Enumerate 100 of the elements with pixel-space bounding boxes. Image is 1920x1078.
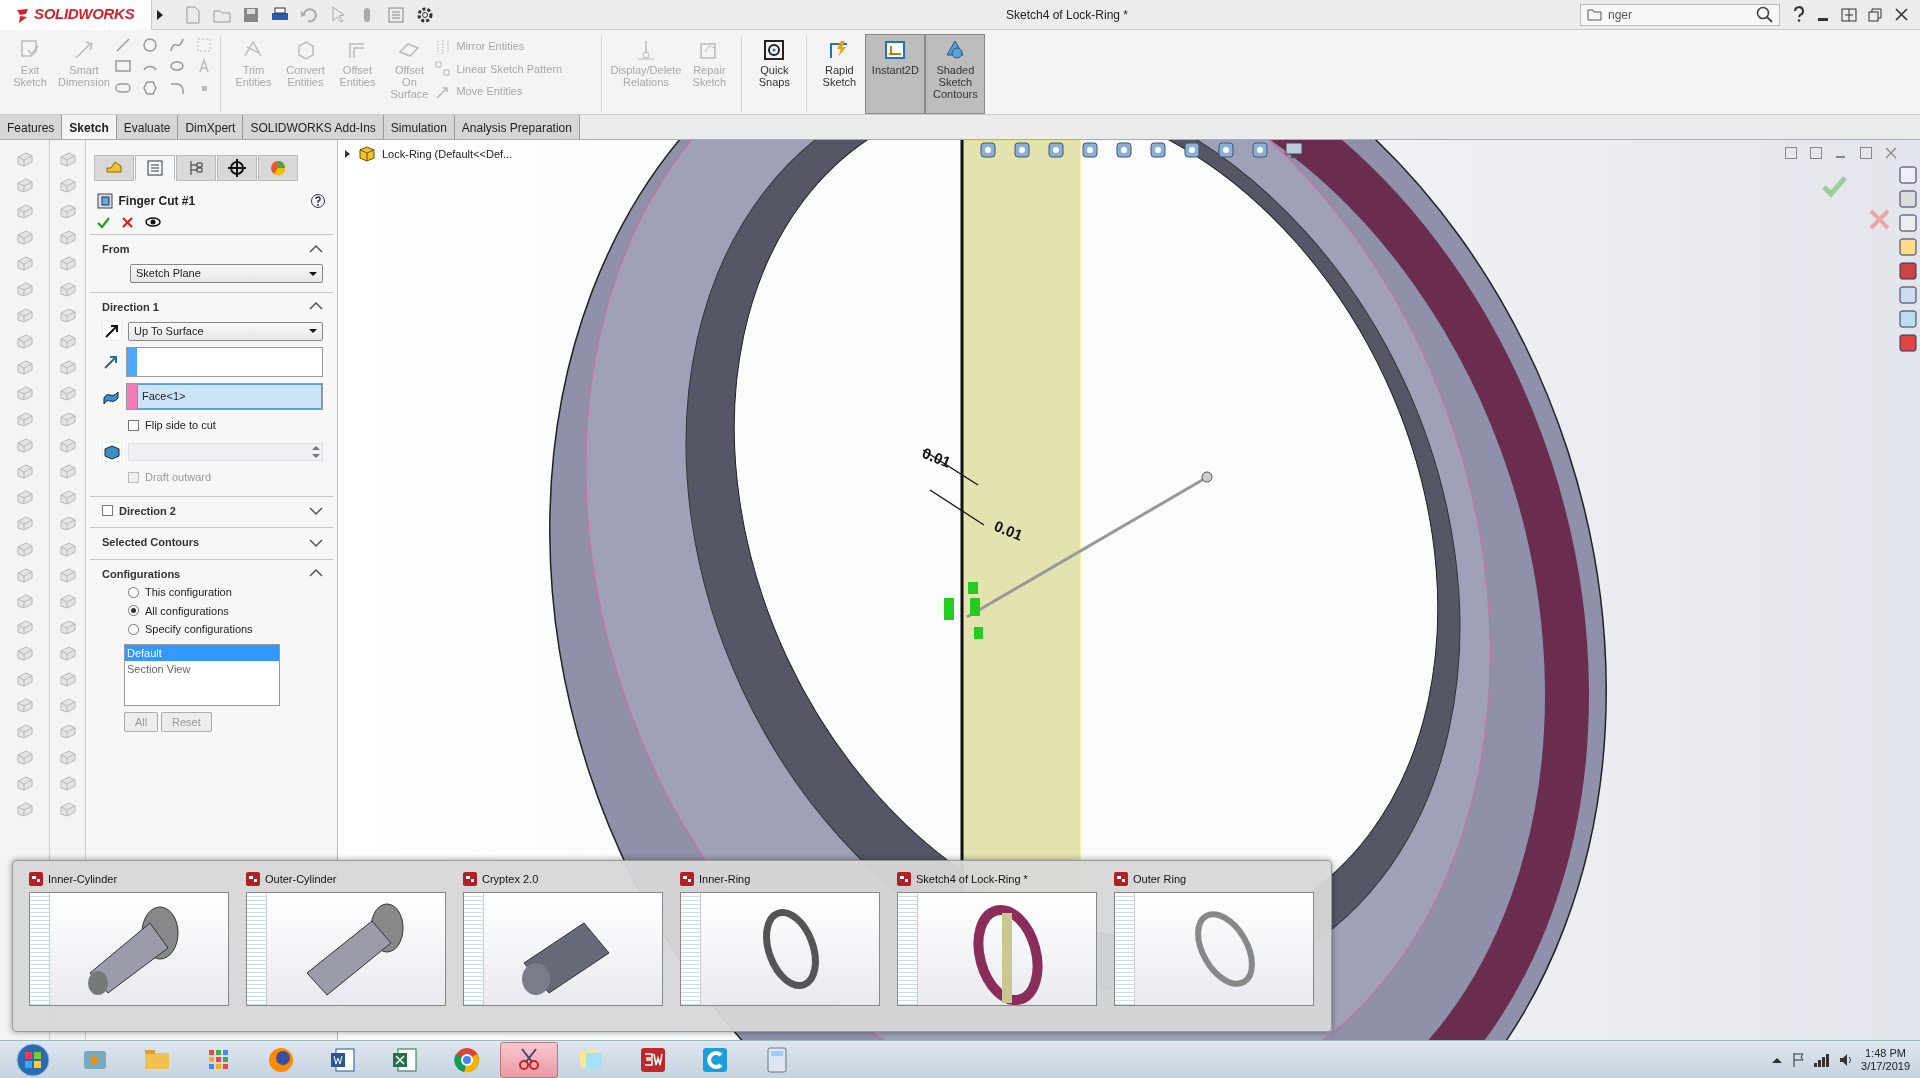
search-field[interactable]: nger [1608,5,1750,24]
feature-tool-icon[interactable] [57,774,78,794]
ribbon-button[interactable]: Rapid Sketch [813,34,866,114]
feature-tool-icon[interactable] [14,540,35,560]
feature-tool-icon[interactable] [57,696,78,716]
restore-icon[interactable] [1868,6,1883,23]
thumbnail-title[interactable]: Inner-Cylinder [48,871,118,888]
feature-tool-icon[interactable] [14,202,35,222]
feature-tool-icon[interactable] [14,150,35,170]
selection-field[interactable] [126,347,323,377]
ok-check-icon[interactable] [97,215,110,229]
feature-tool-icon[interactable] [14,644,35,664]
restore-icon[interactable] [1859,146,1873,160]
ribbon-tab[interactable]: Analysis Preparation [454,115,580,139]
checkbox[interactable] [128,420,139,431]
feature-tool-icon[interactable] [14,514,35,534]
expand-chevron-icon[interactable] [309,536,323,548]
help-icon[interactable] [1791,6,1805,23]
section-title[interactable]: Direction 1 [102,298,303,315]
ribbon-button[interactable]: Shaded Sketch Contours [925,34,986,114]
signal-icon[interactable] [1813,1051,1831,1068]
panel-tab[interactable] [217,155,257,181]
ribbon-button[interactable]: Quick Snaps [748,34,801,114]
expand-chevron-icon[interactable] [309,505,323,517]
save-icon[interactable] [242,5,260,24]
feature-tool-icon[interactable] [57,514,78,534]
feature-tool-icon[interactable] [57,566,78,586]
feature-tool-icon[interactable] [57,410,78,430]
feature-tool-icon[interactable] [57,722,78,742]
feature-tool-icon[interactable] [14,592,35,612]
feature-tool-icon[interactable] [57,644,78,664]
thumbnail-title[interactable]: Inner-Ring [699,871,751,888]
feature-tool-icon[interactable] [57,228,78,248]
feature-tool-icon[interactable] [57,670,78,690]
help-icon[interactable] [310,193,326,209]
options-list-icon[interactable] [387,5,405,24]
close-icon[interactable] [1894,7,1909,22]
sketch-tool-icon[interactable] [114,58,131,75]
dropdown[interactable]: Sketch Plane [130,264,323,283]
feature-tool-icon[interactable] [14,306,35,326]
feature-tool-icon[interactable] [14,696,35,716]
thumbnail-title[interactable]: Sketch4 of Lock-Ring * [916,871,1028,888]
feature-tool-icon[interactable] [57,540,78,560]
radio-button[interactable] [128,586,139,598]
draft-button[interactable] [102,441,122,462]
feature-tool-icon[interactable] [57,488,78,508]
next-window-icon[interactable] [1809,146,1823,160]
feature-tool-icon[interactable] [14,800,35,820]
thumbnail-title[interactable]: Outer Ring [1133,871,1187,888]
feature-tool-icon[interactable] [14,358,35,378]
radio-button[interactable] [128,623,139,635]
feature-tool-icon[interactable] [14,254,35,274]
feature-tool-icon[interactable] [14,436,35,456]
feature-tool-icon[interactable] [14,488,35,508]
collapse-chevron-icon[interactable] [309,243,323,255]
sketch-tool-icon[interactable] [195,36,212,53]
feature-tool-icon[interactable] [14,228,35,248]
ribbon-tab[interactable]: DimXpert [178,115,244,139]
search-box[interactable]: nger [1580,3,1780,26]
section-title[interactable]: Configurations [102,565,303,582]
sketch-tool-icon[interactable] [114,36,131,53]
feature-tool-icon[interactable] [14,774,35,794]
dropdown[interactable]: Up To Surface [128,321,323,341]
cancel-icon[interactable] [121,215,134,229]
feature-tool-icon[interactable] [14,618,35,638]
list-item[interactable]: Section View [125,661,279,678]
undo-icon[interactable] [300,5,318,24]
previous-window-icon[interactable] [1784,146,1798,160]
confirm-check-icon[interactable] [1822,175,1848,199]
expand-arrow-icon[interactable] [154,7,165,22]
feature-tool-icon[interactable] [14,410,35,430]
thumbnail-title[interactable]: Cryptex 2.0 [482,871,539,888]
thumbnail-title[interactable]: Outer-Cylinder [265,871,337,888]
settings-icon[interactable] [416,5,434,24]
feature-tool-icon[interactable] [14,722,35,742]
feature-tool-icon[interactable] [14,332,35,352]
sketch-tool-icon[interactable] [141,36,158,53]
section-title[interactable]: From [102,241,303,258]
feature-tool-icon[interactable] [57,592,78,612]
reverse-direction-button[interactable] [102,321,122,341]
radio-button[interactable] [128,605,139,617]
feature-tool-icon[interactable] [57,150,78,170]
clock-date[interactable]: 3/17/2019 [1861,1059,1910,1073]
tree-item[interactable]: Lock-Ring (Default<<Def... [382,145,513,163]
feature-tool-icon[interactable] [14,280,35,300]
selection-field[interactable]: Face<1> [126,383,323,410]
feature-tool-icon[interactable] [57,800,78,820]
tile-windows-icon[interactable] [1841,6,1857,23]
ribbon-tab[interactable]: Features [0,115,63,139]
feature-tool-icon[interactable] [57,306,78,326]
ribbon-tab[interactable]: SOLIDWORKS Add-Ins [243,115,384,139]
ribbon-tab[interactable]: Evaluate [116,115,179,139]
eye-icon[interactable] [145,216,161,228]
taskbar-app[interactable] [500,1041,558,1078]
feature-tool-icon[interactable] [57,618,78,638]
expand-arrow-icon[interactable] [344,150,352,158]
feature-tool-icon[interactable] [14,566,35,586]
dimension-label[interactable]: 0.01 [919,444,954,471]
sketch-tool-icon[interactable] [141,79,158,96]
feature-tool-icon[interactable] [57,176,78,196]
